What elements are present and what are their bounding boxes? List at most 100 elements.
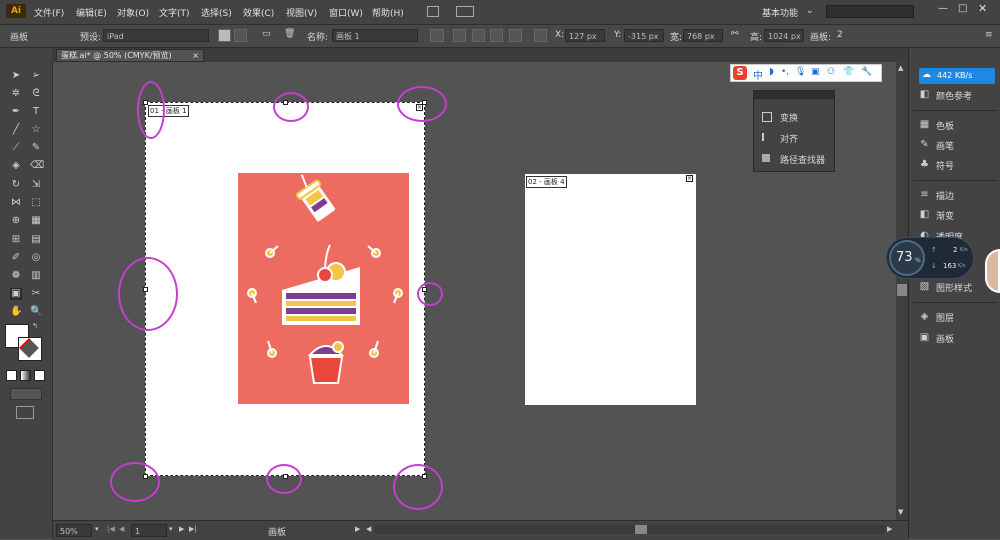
- menu-view[interactable]: 视图(V): [286, 6, 317, 19]
- panel-brushes[interactable]: ✎ 画笔: [919, 138, 999, 152]
- height-field[interactable]: 1024 px: [764, 29, 804, 42]
- screen-mode-icon[interactable]: [16, 406, 34, 419]
- portrait-orientation-button[interactable]: [218, 29, 231, 42]
- panel-artboards[interactable]: ▣ 画板: [919, 331, 999, 345]
- blend-tool-icon[interactable]: ◎: [30, 252, 42, 264]
- free-transform-tool-icon[interactable]: ⬚: [30, 197, 42, 209]
- avatar[interactable]: [985, 249, 1000, 293]
- gradient-mode-icon[interactable]: [20, 370, 31, 381]
- pencil-tool-icon[interactable]: ✎: [30, 142, 42, 154]
- ime-toolbar[interactable]: S 中 ◗ •, 🎙 ▣ ⚇ 👕 🔧: [730, 64, 882, 82]
- menu-effect[interactable]: 效果(C): [243, 6, 274, 19]
- ime-dot-icon[interactable]: •,: [781, 67, 789, 77]
- page-dropdown-icon[interactable]: ▾: [169, 525, 173, 533]
- video-safe-icon[interactable]: [509, 29, 522, 42]
- hscroll-right-icon[interactable]: ▶: [887, 525, 892, 533]
- scroll-up-icon[interactable]: ▲: [898, 64, 903, 72]
- scroll-down-icon[interactable]: ▼: [898, 508, 903, 516]
- floating-panel-header[interactable]: [754, 91, 834, 99]
- column-graph-tool-icon[interactable]: ▥: [30, 270, 42, 282]
- menu-select[interactable]: 选择(S): [201, 6, 232, 19]
- delete-artboard-button[interactable]: 🗑: [284, 29, 297, 42]
- ime-user-icon[interactable]: ⚇: [827, 67, 835, 77]
- lasso-tool-icon[interactable]: ᘓ: [30, 88, 42, 100]
- last-page-icon[interactable]: ▶|: [189, 525, 197, 533]
- width-field[interactable]: 768 px: [683, 29, 723, 42]
- show-crosshairs-icon[interactable]: [490, 29, 503, 42]
- panel-stroke[interactable]: ≡ 描边: [919, 188, 999, 202]
- ime-punct-icon[interactable]: ◗: [769, 67, 774, 77]
- document-tab[interactable]: 蛋糕.ai* @ 50% (CMYK/预览) ×: [56, 49, 204, 62]
- hand-tool-icon[interactable]: ✋: [10, 306, 22, 318]
- selection-tool-icon[interactable]: ➤: [10, 70, 22, 82]
- rotate-tool-icon[interactable]: ↻: [10, 179, 22, 191]
- artboard-2-close-icon[interactable]: ×: [686, 175, 693, 182]
- move-with-artboard-icon[interactable]: [430, 29, 444, 42]
- type-tool-icon[interactable]: T: [30, 106, 42, 118]
- artboard-tool-icon[interactable]: ▣: [10, 288, 22, 300]
- zoom-field[interactable]: 50%: [56, 524, 92, 537]
- menu-edit[interactable]: 编辑(E): [76, 6, 107, 19]
- scroll-thumb[interactable]: [897, 284, 907, 296]
- color-mode-icon[interactable]: [6, 370, 17, 381]
- zoom-dropdown-icon[interactable]: ▾: [95, 525, 99, 533]
- y-field[interactable]: -315 px: [624, 29, 664, 42]
- bridge-icon[interactable]: [427, 6, 439, 17]
- reference-point-icon[interactable]: [534, 29, 547, 42]
- shape-builder-tool-icon[interactable]: ⊕: [10, 215, 22, 227]
- ime-mode[interactable]: 中: [753, 67, 763, 82]
- ime-voice-icon[interactable]: 🎙: [795, 67, 806, 77]
- page-field[interactable]: 1: [131, 524, 167, 537]
- hscroll-thumb[interactable]: [635, 525, 647, 534]
- workspace-switcher[interactable]: 基本功能: [762, 6, 798, 19]
- star-tool-icon[interactable]: ☆: [30, 124, 42, 136]
- document-tab-close-icon[interactable]: ×: [192, 50, 199, 62]
- ime-tools-icon[interactable]: 🔧: [861, 67, 872, 77]
- constrain-proportions-icon[interactable]: ⚯: [731, 29, 744, 42]
- horizontal-scrollbar[interactable]: [375, 525, 885, 534]
- network-monitor-widget[interactable]: 73 % ↑ 2 K/s ↓ 163 K/s: [886, 237, 974, 279]
- panel-layers[interactable]: ◈ 图层: [919, 310, 999, 324]
- menu-file[interactable]: 文件(F): [34, 6, 64, 19]
- slice-tool-icon[interactable]: ✂: [30, 288, 42, 300]
- ime-skin-icon[interactable]: 👕: [843, 67, 854, 77]
- perspective-grid-tool-icon[interactable]: ▦: [30, 215, 42, 227]
- panel-gradient[interactable]: ◧ 渐变: [919, 208, 999, 222]
- mesh-tool-icon[interactable]: ⊞: [10, 234, 22, 246]
- status-menu-icon[interactable]: ▶: [355, 525, 360, 533]
- floating-pathfinder[interactable]: 路径查找器: [780, 153, 825, 166]
- cake-poster[interactable]: [238, 173, 409, 404]
- vertical-scrollbar[interactable]: ▲ ▼: [896, 62, 908, 520]
- floating-align[interactable]: 对齐: [780, 132, 798, 145]
- swap-fill-stroke-icon[interactable]: ↰: [32, 322, 38, 330]
- draw-mode-icon[interactable]: [10, 388, 42, 400]
- show-center-icon[interactable]: [472, 29, 485, 42]
- eyedropper-tool-icon[interactable]: ✐: [10, 252, 22, 264]
- artboard-2[interactable]: 02 - 画板 4 ×: [525, 174, 696, 405]
- artboard-options-icon[interactable]: [453, 29, 466, 42]
- maximize-button[interactable]: □: [958, 3, 970, 14]
- workspace-dropdown-icon[interactable]: ⌄: [806, 6, 814, 16]
- floating-transform[interactable]: 变换: [780, 111, 798, 124]
- blob-brush-tool-icon[interactable]: ◈: [10, 160, 22, 172]
- panel-symbols[interactable]: ♣ 符号: [919, 158, 999, 172]
- canvas[interactable]: 01 - 画板 1 × 02 - 画板 4 × S 中 ◗ •, 🎙 ▣ ⚇ 👕…: [53, 62, 896, 519]
- search-help-input[interactable]: [826, 5, 914, 18]
- next-page-icon[interactable]: ▶: [179, 525, 184, 533]
- symbol-sprayer-tool-icon[interactable]: ❁: [10, 270, 22, 282]
- menu-window[interactable]: 窗口(W): [329, 6, 363, 19]
- width-tool-icon[interactable]: ⋈: [10, 197, 22, 209]
- menu-help[interactable]: 帮助(H): [372, 6, 404, 19]
- menu-object[interactable]: 对象(O): [117, 6, 149, 19]
- ime-keyboard-icon[interactable]: ▣: [811, 67, 820, 77]
- first-page-icon[interactable]: |◀: [107, 525, 115, 533]
- artboard-name-field[interactable]: 画板 1: [332, 29, 418, 42]
- close-window-button[interactable]: ✕: [978, 2, 990, 15]
- new-artboard-button[interactable]: ▭: [262, 29, 275, 42]
- arrange-documents-icon[interactable]: [456, 6, 474, 17]
- minimize-button[interactable]: —: [938, 3, 950, 14]
- panel-swatches[interactable]: ▦ 色板: [919, 118, 999, 132]
- paintbrush-tool-icon[interactable]: ⟋: [10, 142, 22, 154]
- landscape-orientation-button[interactable]: [234, 29, 247, 42]
- menu-type[interactable]: 文字(T): [159, 6, 190, 19]
